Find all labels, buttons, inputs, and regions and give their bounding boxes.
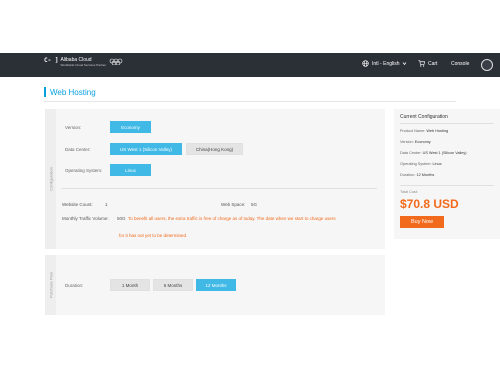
- alibaba-cloud-logo[interactable]: C- ] Alibaba Cloud Worldwide Cloud Servi…: [44, 57, 123, 67]
- cart-link[interactable]: Cart: [418, 60, 437, 67]
- summary-row-value: Linux: [432, 162, 442, 166]
- operating-system-label: Operating System:: [65, 168, 103, 173]
- data-center-option-hong-kong[interactable]: China(Hong Kong): [186, 143, 243, 155]
- os-option-linux[interactable]: Linux: [110, 164, 151, 176]
- version-option-economy[interactable]: Economy: [110, 121, 151, 133]
- console-link[interactable]: Console: [451, 61, 469, 67]
- chevron-down-icon: [402, 62, 406, 66]
- page-title-bar: Web Hosting: [44, 87, 96, 97]
- cart-label: Cart: [428, 60, 438, 67]
- title-accent-bar: [44, 87, 46, 97]
- web-space-label: Web Space:: [221, 202, 246, 207]
- duration-option-1-month[interactable]: 1 Month: [110, 279, 150, 291]
- data-center-option-us-west-1[interactable]: US West 1 (Silicon Valley): [110, 143, 182, 155]
- globe-icon: [362, 60, 369, 67]
- summary-row-version: Version: Economy: [400, 140, 431, 144]
- purchase-section-label: Purchase Plan: [48, 271, 53, 299]
- summary-row-value: US West 1 (Silicon Valley): [422, 151, 467, 155]
- version-label: Version:: [65, 125, 82, 130]
- traffic-note-line-2: for it has not yet to be determined.: [119, 233, 188, 238]
- website-count-label: Website Count:: [62, 202, 93, 207]
- buy-now-button[interactable]: Buy Now: [400, 216, 444, 228]
- config-divider: [61, 188, 377, 189]
- avatar-icon[interactable]: [481, 59, 493, 71]
- page: C- ] Alibaba Cloud Worldwide Cloud Servi…: [0, 0, 500, 375]
- configuration-side-tab: Configuration: [45, 109, 56, 249]
- summary-title: Current Configuration: [400, 114, 448, 120]
- summary-row-label: Duration:: [400, 173, 416, 177]
- alibaba-cloud-logo-icon: C- ]: [44, 57, 59, 64]
- traffic-label: Monthly Traffic Volume:: [62, 216, 109, 221]
- summary-row-label: Operating System:: [400, 162, 432, 166]
- purchase-side-tab: Purchase Plan: [45, 255, 56, 315]
- duration-option-6-months[interactable]: 6 Months: [153, 279, 193, 291]
- traffic-value: 50G: [117, 216, 126, 221]
- summary-row-label: Product Name:: [400, 129, 426, 133]
- language-selector[interactable]: Intl - English: [362, 60, 407, 67]
- current-configuration-panel: Current Configuration Product Name: Web …: [394, 109, 500, 239]
- logo-tagline: Worldwide Cloud Services Partner: [60, 63, 107, 67]
- configuration-section-label: Configuration: [48, 167, 53, 191]
- summary-row-value: 12 Months: [416, 173, 435, 177]
- cart-icon: [418, 60, 425, 67]
- summary-divider: [400, 123, 494, 124]
- summary-row-duration: Duration: 12 Months: [400, 173, 434, 177]
- title-divider: [44, 101, 456, 102]
- top-nav-bar: C- ] Alibaba Cloud Worldwide Cloud Servi…: [0, 53, 500, 77]
- page-title: Web Hosting: [50, 87, 96, 97]
- summary-row-label: Data Center:: [400, 151, 422, 155]
- duration-label: Duration:: [65, 283, 84, 288]
- summary-total-divider: [400, 185, 494, 186]
- total-cost-label: Total Cost:: [400, 190, 418, 194]
- summary-row-data-center: Data Center: US West 1 (Silicon Valley): [400, 151, 467, 155]
- summary-row-label: Version:: [400, 140, 414, 144]
- website-count-value: 1: [105, 202, 108, 207]
- olympic-rings-icon: [109, 58, 123, 65]
- language-label: Intl - English: [372, 60, 400, 67]
- total-price: $70.8 USD: [400, 197, 459, 211]
- traffic-note-line-1: To benefit all users, the extra traffic …: [128, 216, 336, 221]
- web-space-value: 5G: [251, 202, 258, 207]
- configuration-card: Configuration Version: Economy Data Cent…: [45, 109, 385, 249]
- summary-row-value: Economy: [414, 140, 431, 144]
- summary-row-value: Web Hosting: [426, 129, 449, 133]
- purchase-plan-card: Purchase Plan Duration: 1 Month 6 Months…: [45, 255, 385, 315]
- summary-row-os: Operating System: Linux: [400, 162, 442, 166]
- data-center-label: Data Center:: [65, 147, 91, 152]
- summary-row-product: Product Name: Web Hosting: [400, 129, 448, 133]
- duration-option-12-months[interactable]: 12 Months: [196, 279, 236, 291]
